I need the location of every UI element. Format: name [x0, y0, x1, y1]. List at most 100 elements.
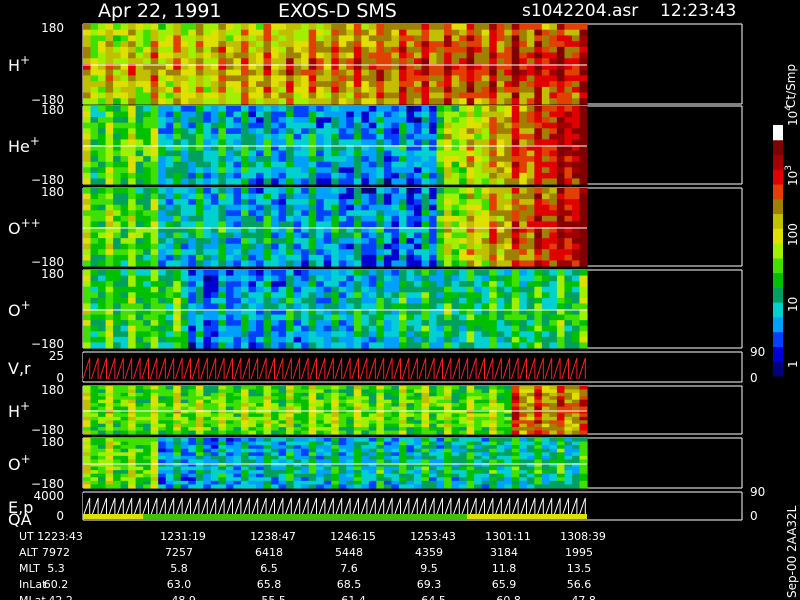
spectrogram-cell: [436, 172, 445, 180]
spectrogram-cell: [368, 24, 377, 31]
spectrogram-cell: [195, 81, 204, 88]
spectrogram-cell: [301, 75, 310, 82]
panel-species-label: H+: [8, 53, 30, 75]
spectrogram-cell: [158, 441, 167, 446]
spectrogram-cell: [188, 260, 197, 267]
spectrogram-cell: [398, 204, 408, 211]
spectrogram-cell: [376, 156, 385, 163]
spectrogram-cell: [225, 232, 235, 239]
spectrogram-cell: [511, 243, 520, 250]
spectrogram-cell: [233, 406, 242, 411]
spectrogram-cell: [444, 270, 453, 277]
spectrogram-cell: [564, 69, 573, 77]
spectrogram-cell: [429, 41, 438, 48]
spectrogram-cell: [188, 167, 197, 174]
spectrogram-cell: [413, 117, 423, 124]
spectrogram-cell: [421, 221, 430, 228]
spectrogram-cell: [556, 215, 566, 223]
spectrogram-cell: [173, 260, 182, 267]
spectrogram-cell: [120, 386, 129, 391]
spectrogram-cell: [218, 178, 227, 185]
spectrogram-cell: [188, 24, 197, 31]
spectrogram-cell: [135, 430, 144, 435]
spectrogram-cell: [143, 254, 152, 262]
spectrogram-cell: [338, 403, 347, 408]
spectrogram-cell: [120, 260, 129, 267]
spectrogram-cell: [203, 430, 212, 435]
spectrogram-cell: [398, 399, 408, 404]
spectrogram-cell: [331, 416, 340, 421]
spectrogram-cell: [368, 281, 377, 288]
spectrogram-cell: [105, 232, 114, 239]
spectrogram-cell: [210, 35, 219, 42]
spectrogram-cell: [210, 281, 219, 288]
spectrogram-cell: [571, 24, 581, 31]
spectrogram-cell: [128, 470, 137, 475]
spectrogram-cell: [203, 133, 212, 141]
spectrogram-cell: [271, 275, 280, 282]
spectrogram-cell: [83, 188, 92, 195]
spectrogram-cell: [278, 161, 287, 168]
spectrogram-cell: [338, 270, 347, 277]
spectrogram-cell: [188, 416, 197, 421]
spectrogram-cell: [195, 254, 204, 262]
spectrogram-cell: [105, 320, 114, 327]
spectrogram-cell: [240, 386, 250, 391]
spectrogram-cell: [398, 69, 408, 77]
spectrogram-cell: [368, 150, 377, 157]
spectrogram-cell: [90, 58, 99, 65]
spectrogram-cell: [571, 238, 581, 245]
spectrogram-cell: [489, 254, 498, 262]
spectrogram-cell: [444, 75, 453, 82]
spectrogram-cell: [413, 281, 423, 288]
spectrogram-cell: [564, 249, 573, 256]
spectrogram-cell: [406, 215, 415, 223]
spectrogram-cell: [353, 81, 362, 88]
header: Apr 22, 1991 EXOS-D SMS s1042204.asr 12:…: [98, 0, 736, 22]
spectrogram-cell: [120, 445, 129, 450]
spectrogram-cell: [150, 286, 159, 293]
spectrogram-cell: [248, 413, 257, 418]
spectrogram-cell: [413, 389, 423, 394]
spectrogram-cell: [413, 199, 423, 206]
spectrogram-cell: [98, 92, 107, 99]
spectrogram-cell: [218, 139, 227, 146]
spectrogram-cell: [376, 178, 385, 185]
spectrogram-cell: [556, 46, 566, 54]
spectrogram-cell: [383, 46, 393, 54]
spectrogram-cell: [173, 413, 182, 418]
spectrogram-cell: [579, 249, 588, 256]
spectrogram-cell: [331, 314, 340, 321]
spectrogram-cell: [113, 413, 122, 418]
spectrogram-cell: [504, 413, 513, 418]
spectrogram-cell: [526, 188, 535, 195]
spectrogram-cell: [278, 342, 287, 349]
spectrogram-cell: [413, 430, 423, 435]
spectrogram-cell: [376, 69, 385, 77]
spectrogram-cell: [549, 58, 558, 65]
spectrogram-cell: [459, 58, 468, 65]
spectrogram-cell: [188, 69, 197, 77]
spectrogram-cell: [549, 215, 558, 223]
spectrogram-cell: [240, 275, 250, 282]
spectrogram-cell: [248, 35, 257, 42]
spectrogram-cell: [526, 52, 535, 59]
spectrogram-cell: [353, 35, 362, 42]
spectrogram-cell: [173, 98, 182, 105]
spectrogram-cell: [150, 399, 159, 404]
spectrogram-cell: [368, 297, 377, 305]
spectrogram-cell: [556, 188, 566, 195]
spectrogram-cell: [90, 215, 99, 223]
spectrogram-cell: [391, 320, 400, 327]
spectrogram-cell: [504, 98, 513, 105]
spectrogram-cell: [203, 178, 212, 185]
spectrogram-cell: [301, 249, 310, 256]
spectrogram-cell: [481, 336, 490, 344]
spectrogram-cell: [143, 193, 152, 200]
spectrogram-cell: [323, 111, 332, 118]
spectrogram-cell: [233, 199, 242, 206]
spectrogram-cell: [248, 41, 257, 48]
spectrogram-cell: [413, 210, 423, 217]
spectrogram-cell: [135, 452, 144, 457]
spectrogram-cell: [451, 24, 460, 31]
